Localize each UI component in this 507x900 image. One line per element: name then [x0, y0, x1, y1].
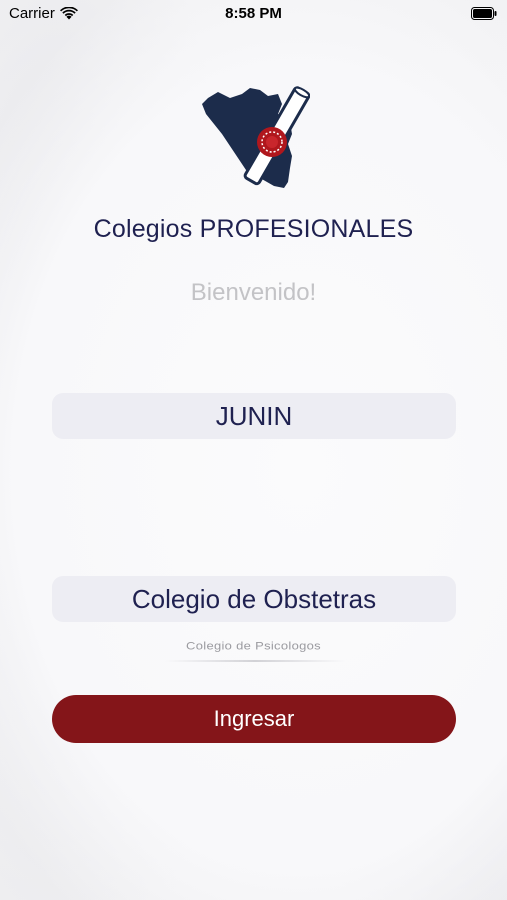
college-picker-next-option[interactable]: Colegio de Psicologos: [0, 639, 507, 652]
picker-divider: [165, 660, 345, 662]
login-button-label: Ingresar: [213, 706, 295, 731]
college-picker-field[interactable]: Colegio de Obstetras: [52, 576, 456, 622]
region-value: JUNIN: [215, 400, 293, 431]
login-button[interactable]: Ingresar: [52, 695, 456, 743]
battery-icon: [471, 7, 497, 20]
peru-map-diploma-logo: [202, 86, 310, 188]
welcome-text: Bienvenido!: [190, 279, 317, 306]
college-value: Colegio de Obstetras: [131, 583, 377, 614]
status-bar: Carrier 8:58 PM: [0, 0, 507, 28]
app-title: Colegios PROFESIONALES: [93, 215, 414, 243]
status-time: 8:58 PM: [225, 5, 282, 22]
seal-icon: [257, 127, 287, 157]
region-picker-field[interactable]: JUNIN: [52, 393, 456, 439]
